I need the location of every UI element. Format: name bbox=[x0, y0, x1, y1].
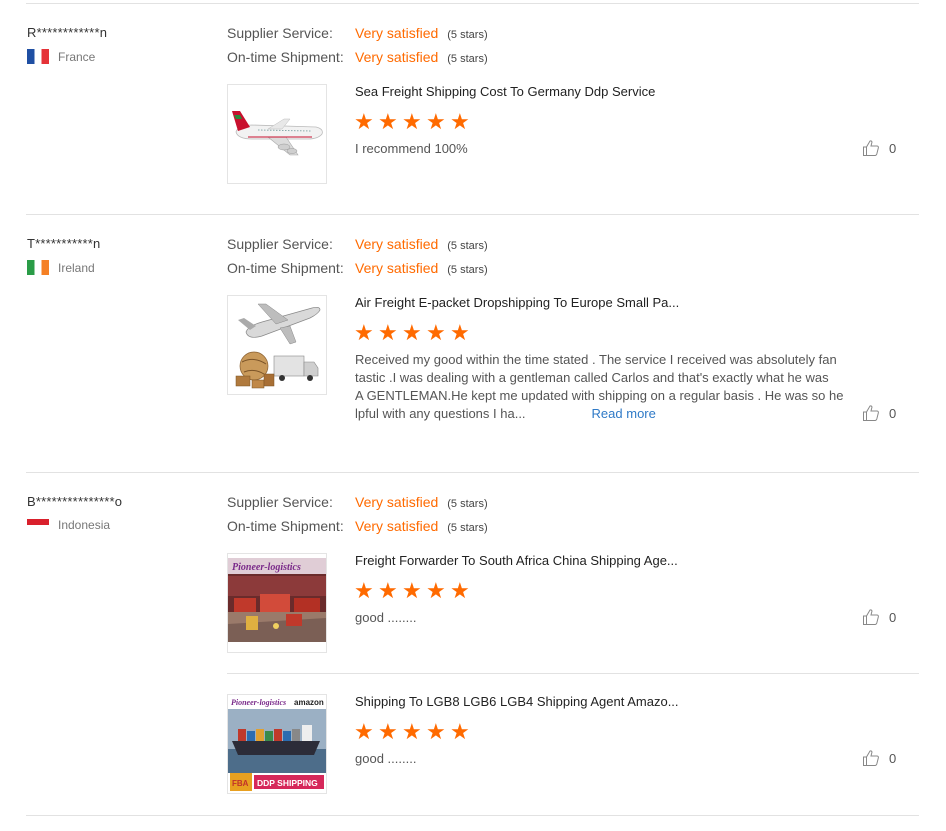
product-star-rating: ★ ★ ★ ★ ★ bbox=[354, 578, 474, 603]
thumbs-up-icon bbox=[863, 140, 879, 156]
divider bbox=[26, 3, 919, 4]
star-icon: ★ bbox=[402, 578, 422, 603]
review-comment: I recommend 100% bbox=[355, 141, 468, 156]
product-title[interactable]: Shipping To LGB8 LGB6 LGB4 Shipping Agen… bbox=[355, 694, 679, 709]
star-icon: ★ bbox=[450, 578, 470, 603]
product-thumbnail[interactable]: Pioneer-logistics amazon FBA DDP SHIPPIN… bbox=[227, 694, 327, 794]
divider bbox=[227, 673, 919, 674]
like-count: 0 bbox=[889, 140, 897, 156]
star-icon: ★ bbox=[450, 109, 470, 134]
like-button[interactable]: 0 bbox=[862, 608, 896, 626]
divider bbox=[26, 815, 919, 816]
on-time-shipment-rating: On-time Shipment: Very satisfied (5 star… bbox=[227, 260, 488, 276]
france-flag-icon bbox=[27, 49, 49, 64]
product-star-rating: ★ ★ ★ ★ ★ bbox=[354, 109, 474, 134]
product-thumbnail[interactable] bbox=[227, 84, 327, 184]
star-icon: ★ bbox=[402, 719, 422, 744]
divider bbox=[26, 214, 919, 215]
on-time-shipment-rating: On-time Shipment: Very satisfied (5 star… bbox=[227, 49, 488, 65]
buyer-name: R************n bbox=[27, 25, 108, 40]
thumbs-up-icon bbox=[863, 750, 879, 766]
star-icon: ★ bbox=[426, 109, 446, 134]
review-comment: good ........ bbox=[355, 610, 417, 625]
product-star-rating: ★ ★ ★ ★ ★ bbox=[354, 719, 474, 744]
supplier-service-rating: Supplier Service: Very satisfied (5 star… bbox=[227, 494, 488, 510]
buyer-country: Ireland bbox=[27, 260, 95, 275]
container-ship-image: Pioneer-logistics amazon FBA DDP SHIPPIN… bbox=[228, 695, 326, 793]
buyer-country: Indonesia bbox=[27, 518, 110, 532]
like-count: 0 bbox=[889, 609, 897, 625]
air-freight-image bbox=[228, 296, 326, 394]
product-title[interactable]: Sea Freight Shipping Cost To Germany Ddp… bbox=[355, 84, 655, 99]
airplane-image bbox=[228, 85, 326, 183]
product-star-rating: ★ ★ ★ ★ ★ bbox=[354, 320, 474, 345]
like-count: 0 bbox=[889, 750, 897, 766]
read-more-link[interactable]: Read more bbox=[592, 406, 656, 421]
like-button[interactable]: 0 bbox=[862, 404, 896, 422]
thumbs-up-icon bbox=[863, 609, 879, 625]
buyer-name: T***********n bbox=[27, 236, 101, 251]
product-thumbnail[interactable]: Pioneer-logistics bbox=[227, 553, 327, 653]
star-icon: ★ bbox=[354, 109, 374, 134]
star-icon: ★ bbox=[354, 719, 374, 744]
star-icon: ★ bbox=[378, 109, 398, 134]
svg-text:Pioneer-logistics: Pioneer-logistics bbox=[232, 562, 301, 573]
product-title[interactable]: Freight Forwarder To South Africa China … bbox=[355, 553, 678, 568]
indonesia-flag-icon bbox=[27, 519, 49, 531]
supplier-service-rating: Supplier Service: Very satisfied (5 star… bbox=[227, 25, 488, 41]
buyer-country: France bbox=[27, 49, 95, 64]
thumbs-up-icon bbox=[863, 405, 879, 421]
supplier-service-rating: Supplier Service: Very satisfied (5 star… bbox=[227, 236, 488, 252]
star-icon: ★ bbox=[426, 578, 446, 603]
star-icon: ★ bbox=[354, 578, 374, 603]
star-icon: ★ bbox=[450, 719, 470, 744]
product-thumbnail[interactable] bbox=[227, 295, 327, 395]
like-button[interactable]: 0 bbox=[862, 139, 896, 157]
like-count: 0 bbox=[889, 405, 897, 421]
star-icon: ★ bbox=[426, 719, 446, 744]
svg-text:amazon: amazon bbox=[294, 698, 324, 707]
star-icon: ★ bbox=[426, 320, 446, 345]
star-icon: ★ bbox=[450, 320, 470, 345]
star-icon: ★ bbox=[378, 320, 398, 345]
star-icon: ★ bbox=[402, 109, 422, 134]
ireland-flag-icon bbox=[27, 260, 49, 275]
star-icon: ★ bbox=[402, 320, 422, 345]
svg-text:Pioneer-logistics: Pioneer-logistics bbox=[231, 698, 286, 707]
star-icon: ★ bbox=[378, 578, 398, 603]
buyer-name: B***************o bbox=[27, 494, 123, 509]
product-title[interactable]: Air Freight E-packet Dropshipping To Eur… bbox=[355, 295, 679, 310]
review-comment: Received my good within the time stated … bbox=[355, 352, 844, 421]
svg-text:DDP SHIPPING: DDP SHIPPING bbox=[257, 778, 318, 788]
svg-text:FBA: FBA bbox=[232, 779, 249, 788]
star-icon: ★ bbox=[354, 320, 374, 345]
like-button[interactable]: 0 bbox=[862, 749, 896, 767]
warehouse-image: Pioneer-logistics bbox=[228, 554, 326, 652]
on-time-shipment-rating: On-time Shipment: Very satisfied (5 star… bbox=[227, 518, 488, 534]
country-name: Indonesia bbox=[58, 518, 111, 532]
country-name: France bbox=[58, 49, 96, 64]
country-name: Ireland bbox=[58, 260, 95, 275]
review-comment: good ........ bbox=[355, 751, 417, 766]
divider bbox=[26, 472, 919, 473]
star-icon: ★ bbox=[378, 719, 398, 744]
